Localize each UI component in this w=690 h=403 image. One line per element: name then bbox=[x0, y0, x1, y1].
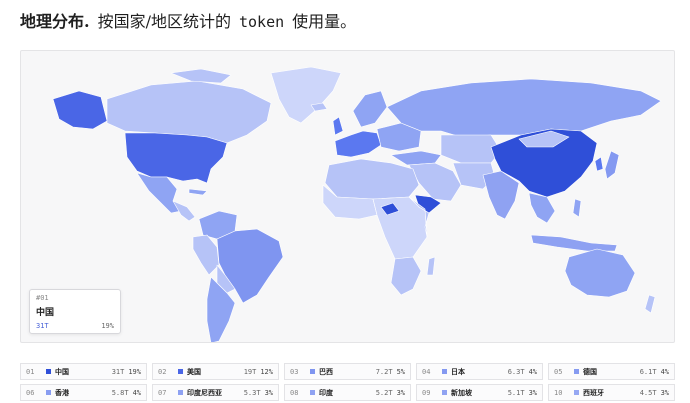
legend-item[interactable]: 07 印度尼西亚 5.3T 3% bbox=[152, 384, 279, 401]
heading-token-word: token bbox=[238, 13, 285, 31]
legend-country: 印度 bbox=[319, 388, 333, 397]
region-north-africa[interactable] bbox=[324, 158, 420, 200]
legend-country: 中国 bbox=[55, 367, 69, 376]
heading-text-end: 使用量。 bbox=[292, 12, 357, 31]
region-canada-islands[interactable] bbox=[170, 68, 232, 84]
map-tooltip: #01 中国 31T 19% bbox=[29, 289, 121, 334]
region-caribbean[interactable] bbox=[188, 188, 208, 196]
legend-item[interactable]: 08 印度 5.2T 3% bbox=[284, 384, 411, 401]
legend-item[interactable]: 05 德国 6.1T 4% bbox=[548, 363, 675, 380]
legend-rank: 01 bbox=[26, 367, 35, 376]
tooltip-share: 19% bbox=[101, 322, 114, 330]
legend-swatch bbox=[310, 369, 315, 374]
legend-swatch bbox=[178, 390, 183, 395]
region-alaska[interactable] bbox=[52, 90, 108, 130]
legend-rank: 02 bbox=[158, 367, 167, 376]
legend-rank: 03 bbox=[290, 367, 299, 376]
legend-country: 日本 bbox=[451, 367, 465, 376]
region-new-zealand[interactable] bbox=[644, 294, 656, 314]
legend-tokens: 4.5T bbox=[639, 388, 657, 397]
legend-tokens: 5.2T bbox=[375, 388, 393, 397]
section-heading: 地理分布. 按国家/地区统计的 token 使用量。 bbox=[20, 8, 357, 31]
tooltip-country: 中国 bbox=[36, 308, 55, 318]
legend-item[interactable]: 06 香港 5.8T 4% bbox=[20, 384, 147, 401]
legend-tokens: 6.1T bbox=[639, 367, 657, 376]
legend-share: 3% bbox=[264, 388, 273, 397]
legend-tokens: 5.8T bbox=[111, 388, 129, 397]
legend-item[interactable]: 02 美国 19T 12% bbox=[152, 363, 279, 380]
legend-country: 印度尼西亚 bbox=[187, 388, 222, 397]
tooltip-value: 31T bbox=[36, 322, 49, 330]
region-russia[interactable] bbox=[386, 78, 662, 138]
legend-country: 西班牙 bbox=[583, 388, 604, 397]
legend-rank: 07 bbox=[158, 388, 167, 397]
legend-share: 3% bbox=[660, 388, 669, 397]
legend-swatch bbox=[178, 369, 183, 374]
legend-swatch bbox=[442, 369, 447, 374]
legend-share: 19% bbox=[128, 367, 141, 376]
legend-rank: 05 bbox=[554, 367, 563, 376]
region-southern-africa[interactable] bbox=[390, 256, 422, 296]
region-japan[interactable] bbox=[604, 150, 620, 180]
legend-rank: 10 bbox=[554, 388, 563, 397]
legend-swatch bbox=[574, 390, 579, 395]
legend-country: 美国 bbox=[187, 367, 201, 376]
legend-share: 4% bbox=[132, 388, 141, 397]
region-philippines[interactable] bbox=[572, 198, 582, 218]
legend-item[interactable]: 01 中国 31T 19% bbox=[20, 363, 147, 380]
legend-tokens: 7.2T bbox=[375, 367, 393, 376]
legend-share: 4% bbox=[528, 367, 537, 376]
tooltip-stats: 31T 19% bbox=[36, 322, 114, 330]
legend-tokens: 31T bbox=[111, 367, 125, 376]
legend-share: 4% bbox=[660, 367, 669, 376]
legend-share: 3% bbox=[396, 388, 405, 397]
legend-country: 香港 bbox=[55, 388, 69, 397]
legend-share: 3% bbox=[528, 388, 537, 397]
legend-share: 5% bbox=[396, 367, 405, 376]
region-australia[interactable] bbox=[564, 248, 636, 298]
legend-country: 德国 bbox=[583, 367, 597, 376]
region-western-europe[interactable] bbox=[334, 130, 382, 158]
region-southeast-asia[interactable] bbox=[528, 192, 556, 224]
legend-tokens: 5.3T bbox=[243, 388, 261, 397]
legend-swatch bbox=[310, 390, 315, 395]
legend-rank: 09 bbox=[422, 388, 431, 397]
legend-rank: 08 bbox=[290, 388, 299, 397]
legend-swatch bbox=[46, 390, 51, 395]
legend-item[interactable]: 10 西班牙 4.5T 3% bbox=[548, 384, 675, 401]
legend-country: 新加坡 bbox=[451, 388, 472, 397]
region-madagascar[interactable] bbox=[426, 256, 436, 276]
legend-rank: 06 bbox=[26, 388, 35, 397]
region-indonesia[interactable] bbox=[530, 234, 618, 252]
tooltip-rank: #01 bbox=[36, 294, 49, 302]
region-uk[interactable] bbox=[332, 116, 344, 136]
legend-tokens: 5.1T bbox=[507, 388, 525, 397]
legend-country: 巴西 bbox=[319, 367, 333, 376]
heading-bold-label: 地理分布. bbox=[20, 12, 90, 31]
legend-tokens: 19T bbox=[243, 367, 257, 376]
region-korea[interactable] bbox=[594, 156, 604, 172]
legend-share: 12% bbox=[260, 367, 273, 376]
legend-swatch bbox=[574, 369, 579, 374]
legend-item[interactable]: 03 巴西 7.2T 5% bbox=[284, 363, 411, 380]
heading-text: 按国家/地区统计的 bbox=[97, 12, 231, 31]
region-scandinavia[interactable] bbox=[352, 90, 388, 128]
legend-item[interactable]: 09 新加坡 5.1T 3% bbox=[416, 384, 543, 401]
legend-tokens: 6.3T bbox=[507, 367, 525, 376]
region-peru[interactable] bbox=[192, 234, 220, 276]
legend-item[interactable]: 04 日本 6.3T 4% bbox=[416, 363, 543, 380]
legend-rank: 04 bbox=[422, 367, 431, 376]
legend-swatch bbox=[46, 369, 51, 374]
region-greenland[interactable] bbox=[270, 66, 342, 124]
legend-swatch bbox=[442, 390, 447, 395]
